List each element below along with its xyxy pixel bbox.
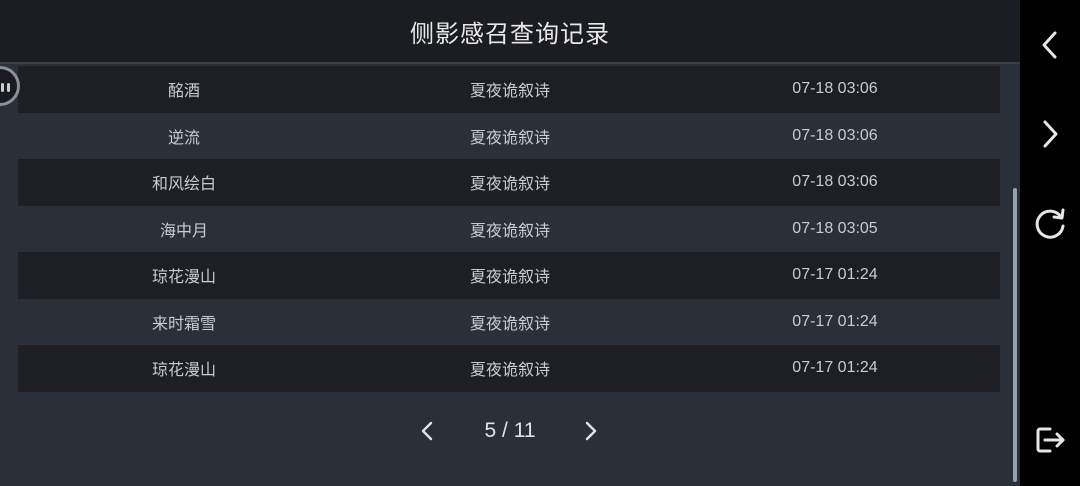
record-time: 07-18 03:06 xyxy=(792,126,878,144)
eye-mark xyxy=(1,83,4,92)
record-name: 琼花漫山 xyxy=(151,269,217,287)
record-group: 夏夜诡叙诗 xyxy=(469,222,551,240)
record-name: 琼花漫山 xyxy=(151,362,217,380)
side-toolbar xyxy=(1020,0,1080,486)
record-group: 夏夜诡叙诗 xyxy=(469,362,551,380)
record-group: 夏夜诡叙诗 xyxy=(469,315,551,333)
eye-mark xyxy=(7,83,10,92)
record-group: 夏夜诡叙诗 xyxy=(469,176,551,194)
record-name: 酩酒 xyxy=(167,83,201,101)
record-time: 07-17 01:24 xyxy=(792,266,878,284)
current-page: 5 xyxy=(484,419,497,442)
table-row: 逆流 夏夜诡叙诗 07-18 03:06 xyxy=(18,112,1000,159)
table-row: 来时霜雪 夏夜诡叙诗 07-17 01:24 xyxy=(18,298,1000,345)
record-name: 和风绘白 xyxy=(151,176,217,194)
table-row: 琼花漫山 夏夜诡叙诗 07-17 01:24 xyxy=(18,345,1000,392)
exit-button[interactable] xyxy=(1030,420,1070,460)
record-group: 夏夜诡叙诗 xyxy=(469,269,551,287)
back-button[interactable] xyxy=(1030,25,1070,65)
refresh-icon xyxy=(1035,208,1065,239)
pagination: 5 / 11 xyxy=(0,414,1020,448)
floating-assistant-icon[interactable] xyxy=(0,66,20,106)
back-icon xyxy=(1042,31,1057,59)
record-name: 海中月 xyxy=(159,222,209,240)
record-list[interactable]: 酩酒 夏夜诡叙诗 07-18 03:06 逆流 夏夜诡叙诗 07-18 03:0… xyxy=(18,66,1000,392)
page-title: 侧影感召查询记录 xyxy=(410,21,610,48)
total-pages: 11 xyxy=(513,419,536,442)
record-name: 逆流 xyxy=(167,129,201,147)
table-row: 酩酒 夏夜诡叙诗 07-18 03:06 xyxy=(18,66,1000,113)
main-panel: 侧影感召查询记录 酩酒 夏夜诡叙诗 07-18 03:06 逆流 夏夜诡叙诗 0… xyxy=(0,0,1020,486)
chevron-right-icon xyxy=(585,421,597,441)
previous-page-button[interactable] xyxy=(412,416,442,446)
record-time: 07-18 03:06 xyxy=(792,173,878,191)
chevron-left-icon xyxy=(421,421,433,441)
record-time: 07-18 03:06 xyxy=(792,80,878,98)
forward-button[interactable] xyxy=(1030,114,1070,154)
refresh-button[interactable] xyxy=(1030,204,1070,244)
header-bar: 侧影感召查询记录 xyxy=(0,0,1020,64)
forward-icon xyxy=(1043,120,1058,148)
page-separator: / xyxy=(502,419,508,442)
app-root: 侧影感召查询记录 酩酒 夏夜诡叙诗 07-18 03:06 逆流 夏夜诡叙诗 0… xyxy=(0,0,1080,486)
exit-icon xyxy=(1036,427,1065,453)
record-time: 07-17 01:24 xyxy=(792,312,878,330)
table-row: 海中月 夏夜诡叙诗 07-18 03:05 xyxy=(18,205,1000,252)
record-group: 夏夜诡叙诗 xyxy=(469,129,551,147)
table-row: 琼花漫山 夏夜诡叙诗 07-17 01:24 xyxy=(18,252,1000,299)
record-time: 07-18 03:05 xyxy=(792,219,878,237)
record-name: 来时霜雪 xyxy=(151,315,217,333)
record-time: 07-17 01:24 xyxy=(792,359,878,377)
record-group: 夏夜诡叙诗 xyxy=(469,83,551,101)
table-row: 和风绘白 夏夜诡叙诗 07-18 03:06 xyxy=(18,159,1000,206)
next-page-button[interactable] xyxy=(576,416,606,446)
page-indicator: 5 / 11 xyxy=(465,419,555,443)
